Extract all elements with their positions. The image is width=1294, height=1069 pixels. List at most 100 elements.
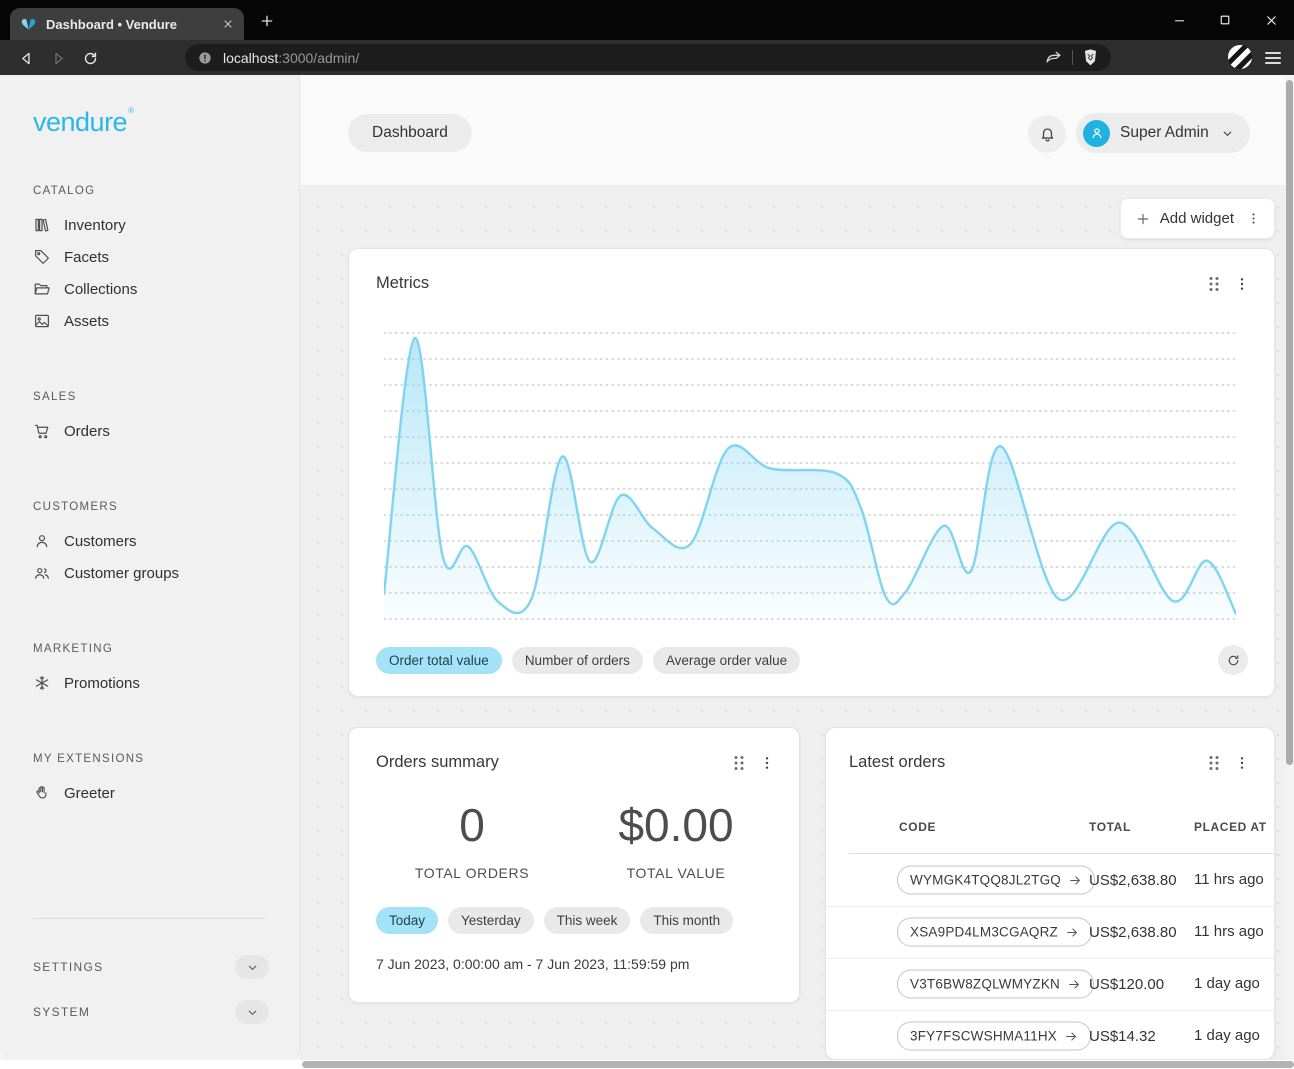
toolbar-divider xyxy=(1072,50,1073,65)
sidebar-section-settings[interactable]: SETTINGS xyxy=(33,953,269,981)
horizontal-scrollbar-thumb[interactable] xyxy=(302,1061,1294,1068)
refresh-button[interactable] xyxy=(1218,645,1248,675)
vertical-scrollbar[interactable] xyxy=(1285,75,1294,1069)
sidebar-item-customers[interactable]: Customers xyxy=(33,525,279,557)
metrics-tabs: Order total value Number of orders Avera… xyxy=(376,647,800,674)
tag-icon xyxy=(33,248,51,266)
notifications-button[interactable] xyxy=(1028,115,1066,153)
sidebar-item-promotions[interactable]: Promotions xyxy=(33,667,279,699)
kebab-menu-icon[interactable] xyxy=(1234,753,1250,773)
refresh-icon xyxy=(1226,653,1241,668)
order-placed-at: 11 hrs ago xyxy=(1194,906,1268,958)
order-total: US$2,638.80 xyxy=(1089,854,1177,906)
brave-shield-icon[interactable] xyxy=(1082,48,1099,67)
column-header-code: CODE xyxy=(899,820,936,834)
tab-order-total-value[interactable]: Order total value xyxy=(376,647,502,674)
widget-title: Orders summary xyxy=(376,753,499,772)
order-code-link[interactable]: 3FY7FSCWSHMA11HX xyxy=(897,1022,1091,1051)
table-row: V3T6BW8ZQLWMYZKN US$120.00 1 day ago xyxy=(826,958,1274,1011)
browser-tab[interactable]: Dashboard • Vendure xyxy=(10,8,244,40)
total-orders-stat: 0 TOTAL ORDERS xyxy=(412,800,532,881)
range-this-month[interactable]: This month xyxy=(640,907,733,934)
forward-button[interactable] xyxy=(44,44,72,72)
section-label-customers: CUSTOMERS xyxy=(33,501,279,513)
section-label-marketing: MARKETING xyxy=(33,643,279,655)
chevron-down-icon[interactable] xyxy=(235,1000,269,1024)
sidebar-item-inventory[interactable]: Inventory xyxy=(33,209,279,241)
order-code-link[interactable]: V3T6BW8ZQLWMYZKN xyxy=(897,970,1094,999)
total-value-value: $0.00 xyxy=(616,800,736,851)
chevron-down-icon[interactable] xyxy=(235,955,269,979)
tab-number-of-orders[interactable]: Number of orders xyxy=(512,647,643,674)
kebab-menu-icon[interactable] xyxy=(759,753,775,773)
sidebar-section-catalog: CATALOG Inventory Facets xyxy=(33,185,279,337)
table-row: WYMGK4TQQ8JL2TGQ US$2,638.80 11 hrs ago xyxy=(826,854,1274,907)
arrow-right-icon xyxy=(1064,1029,1078,1043)
total-value-stat: $0.00 TOTAL VALUE xyxy=(616,800,736,881)
browser-menu-icon[interactable] xyxy=(1261,46,1285,70)
drag-handle-icon[interactable] xyxy=(1206,275,1222,293)
sidebar-section-marketing: MARKETING Promotions xyxy=(33,643,279,699)
share-icon[interactable] xyxy=(1044,48,1063,67)
orders-summary-widget: Orders summary 0 TOTAL ORDERS $0.00 TOTA… xyxy=(348,727,800,1003)
drag-handle-icon[interactable] xyxy=(1206,754,1222,772)
summary-range-tabs: Today Yesterday This week This month xyxy=(376,907,733,934)
metrics-widget: Metrics Order total value Number of orde… xyxy=(348,248,1275,697)
reload-button[interactable] xyxy=(76,44,104,72)
order-placed-at: 11 hrs ago xyxy=(1194,854,1268,906)
new-tab-button[interactable] xyxy=(256,10,278,32)
total-value-label: TOTAL VALUE xyxy=(616,865,736,881)
chevron-down-icon xyxy=(1221,127,1234,140)
arrow-right-icon xyxy=(1068,873,1082,887)
sidebar-section-system[interactable]: SYSTEM xyxy=(33,998,269,1026)
sidebar-section-sales: SALES Orders xyxy=(33,391,279,447)
url-text: localhost:3000/admin/ xyxy=(223,50,1044,66)
sidebar-item-facets[interactable]: Facets xyxy=(33,241,279,273)
order-code-link[interactable]: WYMGK4TQQ8JL2TGQ xyxy=(897,866,1095,895)
kebab-menu-icon[interactable] xyxy=(1243,210,1264,227)
sidebar-item-collections[interactable]: Collections xyxy=(33,273,279,305)
user-menu[interactable]: Super Admin xyxy=(1076,113,1250,153)
system-label: SYSTEM xyxy=(33,1005,90,1019)
plus-icon xyxy=(1135,211,1151,227)
order-total: US$14.32 xyxy=(1089,1010,1156,1060)
breadcrumb[interactable]: Dashboard xyxy=(348,114,472,152)
order-code-link[interactable]: XSA9PD4LM3CGAQRZ xyxy=(897,918,1092,947)
drag-handle-icon[interactable] xyxy=(731,754,747,772)
vendure-logo: vendure® xyxy=(33,106,133,138)
browser-titlebar: Dashboard • Vendure xyxy=(0,0,1294,40)
range-yesterday[interactable]: Yesterday xyxy=(448,907,534,934)
close-window-button[interactable] xyxy=(1248,0,1294,40)
sidebar-item-assets[interactable]: Assets xyxy=(33,305,279,337)
range-today[interactable]: Today xyxy=(376,907,438,934)
back-button[interactable] xyxy=(12,44,40,72)
user-name: Super Admin xyxy=(1120,124,1209,142)
sidebar-item-customer-groups[interactable]: Customer groups xyxy=(33,557,279,589)
folder-icon xyxy=(33,280,51,298)
add-widget-button[interactable]: Add widget xyxy=(1120,198,1275,239)
tab-close-icon[interactable] xyxy=(222,18,234,30)
maximize-button[interactable] xyxy=(1202,0,1248,40)
snowflake-icon xyxy=(33,674,51,692)
range-this-week[interactable]: This week xyxy=(544,907,631,934)
date-range-text: 7 Jun 2023, 0:00:00 am - 7 Jun 2023, 11:… xyxy=(376,956,689,972)
table-row: 3FY7FSCWSHMA11HX US$14.32 1 day ago xyxy=(826,1010,1274,1060)
browser-profile-avatar[interactable] xyxy=(1228,45,1252,69)
sidebar-item-orders[interactable]: Orders xyxy=(33,415,279,447)
url-bar[interactable]: localhost:3000/admin/ xyxy=(185,44,1111,71)
site-info-icon[interactable] xyxy=(197,50,213,66)
tab-average-order-value[interactable]: Average order value xyxy=(653,647,800,674)
arrow-right-icon xyxy=(1065,925,1079,939)
sidebar-item-greeter[interactable]: Greeter xyxy=(33,777,279,809)
order-total: US$120.00 xyxy=(1089,958,1164,1010)
metrics-chart-area xyxy=(384,331,1236,621)
section-label-my-extensions: MY EXTENSIONS xyxy=(33,753,279,765)
kebab-menu-icon[interactable] xyxy=(1234,274,1250,294)
minimize-button[interactable] xyxy=(1156,0,1202,40)
horizontal-scrollbar[interactable] xyxy=(0,1060,1294,1069)
vertical-scrollbar-thumb[interactable] xyxy=(1286,80,1293,765)
column-header-placed-at: PLACED AT xyxy=(1194,820,1274,834)
image-icon xyxy=(33,312,51,330)
sidebar-nav: CATALOG Inventory Facets xyxy=(33,138,279,809)
column-header-total: TOTAL xyxy=(1089,820,1131,834)
